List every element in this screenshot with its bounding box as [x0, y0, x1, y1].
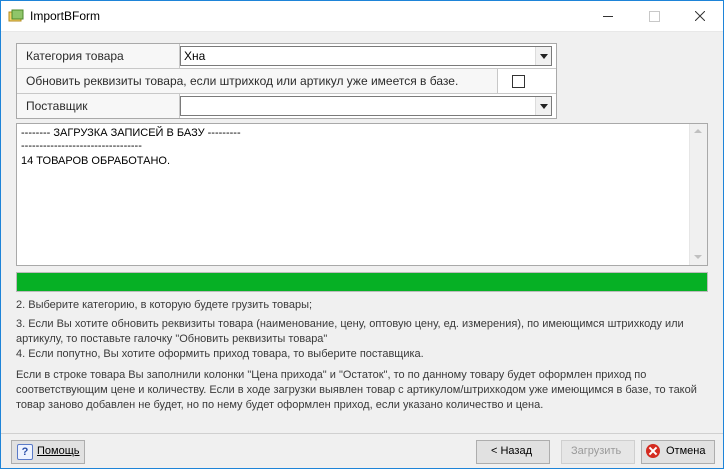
category-row: Категория товара Хна: [17, 44, 556, 69]
help-icon: ?: [17, 444, 33, 460]
supplier-row: Поставщик: [17, 94, 556, 118]
supplier-label: Поставщик: [26, 99, 88, 113]
update-label-cell: Обновить реквизиты товара, если штрихкод…: [17, 69, 498, 93]
import-progress-bar: [16, 272, 708, 292]
app-icon: [8, 9, 24, 22]
back-button[interactable]: < Назад: [476, 440, 550, 464]
progress-fill: [17, 273, 707, 291]
help-button[interactable]: ? Помощь: [11, 440, 85, 464]
log-line: 14 ТОВАРОВ ОБРАБОТАНО.: [21, 155, 171, 167]
minimize-button[interactable]: [585, 1, 631, 31]
import-window: ImportBForm Категория товара Хна Обновит…: [0, 0, 724, 469]
supplier-label-cell: Поставщик: [17, 94, 180, 118]
log-line: ---------------------------------: [21, 140, 142, 152]
maximize-button[interactable]: [631, 1, 677, 31]
scroll-down-icon[interactable]: [694, 255, 702, 259]
update-label: Обновить реквизиты товара, если штрихкод…: [26, 74, 459, 88]
instruction-step-3: 3. Если Вы хотите обновить реквизиты тов…: [16, 318, 684, 345]
close-icon: [695, 11, 705, 21]
cancel-button-label: Отмена: [666, 445, 706, 457]
category-value: Хна: [184, 49, 206, 63]
load-button[interactable]: Загрузить: [561, 440, 635, 464]
category-label-cell: Категория товара: [17, 44, 180, 68]
load-button-label: Загрузить: [571, 445, 622, 457]
update-checkbox[interactable]: [512, 75, 525, 88]
chevron-down-icon[interactable]: [535, 97, 551, 115]
help-button-label: Помощь: [37, 445, 80, 457]
window-title: ImportBForm: [30, 9, 101, 23]
cancel-icon: [646, 444, 660, 458]
instruction-note: Если в строке товара Вы заполнили колонк…: [16, 369, 697, 411]
instruction-step-2: 2. Выберите категорию, в которую будете …: [16, 299, 313, 311]
title-bar[interactable]: ImportBForm: [1, 1, 723, 32]
scroll-up-icon[interactable]: [694, 129, 702, 133]
back-button-label: < Назад: [491, 445, 532, 457]
import-settings-grid: Категория товара Хна Обновить реквизиты …: [16, 43, 557, 119]
close-button[interactable]: [677, 1, 723, 31]
log-line: -------- ЗАГРУЗКА ЗАПИСЕЙ В БАЗУ -------…: [21, 127, 241, 139]
log-scrollbar[interactable]: [689, 124, 707, 265]
cancel-button[interactable]: Отмена: [641, 440, 715, 464]
update-row: Обновить реквизиты товара, если штрихкод…: [17, 69, 556, 94]
import-log[interactable]: -------- ЗАГРУЗКА ЗАПИСЕЙ В БАЗУ -------…: [16, 123, 708, 266]
category-select[interactable]: Хна: [180, 46, 552, 66]
chevron-down-icon[interactable]: [535, 47, 551, 65]
footer-divider: [1, 433, 723, 434]
instruction-step-4: 4. Если попутно, Вы хотите оформить прих…: [16, 348, 424, 360]
category-label: Категория товара: [26, 49, 124, 63]
supplier-select[interactable]: [180, 96, 552, 116]
